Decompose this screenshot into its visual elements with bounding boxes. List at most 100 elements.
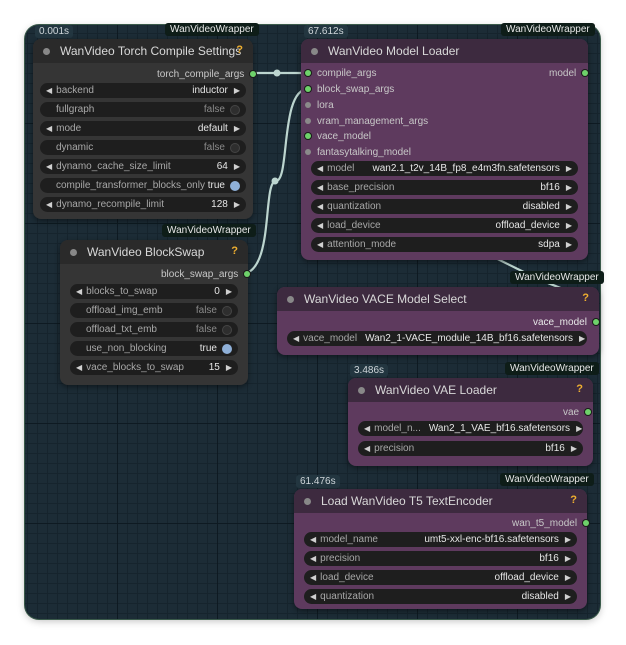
arrow-right-icon[interactable]: ▶ (566, 202, 572, 211)
arrow-right-icon[interactable]: ▶ (234, 86, 240, 95)
arrow-left-icon[interactable]: ◀ (293, 334, 299, 343)
arrow-right-icon[interactable]: ▶ (234, 200, 240, 209)
toggle-on-icon[interactable] (230, 180, 240, 191)
collapse-dot-icon[interactable] (358, 386, 365, 394)
help-icon[interactable]: ? (231, 245, 238, 257)
toggle-on-icon[interactable] (222, 343, 232, 354)
arrow-left-icon[interactable]: ◀ (310, 573, 316, 582)
arrow-right-icon[interactable]: ▶ (566, 221, 572, 230)
input-slot-icon[interactable] (305, 70, 311, 76)
loader-node-header[interactable]: WanVideo Model Loader (301, 39, 588, 63)
toggle-fullgraph[interactable]: fullgraph false (40, 102, 246, 117)
input-slot-icon[interactable] (305, 102, 311, 108)
arrow-left-icon[interactable]: ◀ (317, 164, 323, 173)
output-slot-icon[interactable] (582, 70, 589, 76)
arrow-right-icon[interactable]: ▶ (566, 164, 572, 173)
arrow-left-icon[interactable]: ◀ (364, 424, 370, 433)
arrow-right-icon[interactable]: ▶ (226, 363, 232, 372)
arrow-right-icon[interactable]: ▶ (566, 183, 572, 192)
arrow-right-icon[interactable]: ▶ (234, 124, 240, 133)
arrow-left-icon[interactable]: ◀ (310, 535, 316, 544)
toggle-offload-txt-emb[interactable]: offload_txt_emb false (70, 322, 238, 337)
collapse-dot-icon[interactable] (287, 295, 294, 303)
arrow-left-icon[interactable]: ◀ (46, 162, 52, 171)
combo-vae-model-name[interactable]: ◀ model_n... Wan2_1_VAE_bf16.safetensors ▶ (358, 421, 583, 436)
arrow-right-icon[interactable]: ▶ (576, 424, 582, 433)
arrow-left-icon[interactable]: ◀ (76, 287, 82, 296)
output-slot-icon[interactable] (583, 520, 590, 526)
arrow-left-icon[interactable]: ◀ (317, 221, 323, 230)
arrow-left-icon[interactable]: ◀ (46, 124, 52, 133)
input-slot-icon[interactable] (305, 86, 311, 92)
toggle-compile-transformer-blocks-only[interactable]: compile_transformer_blocks_only true (40, 178, 246, 193)
arrow-left-icon[interactable]: ◀ (310, 592, 316, 601)
arrow-left-icon[interactable]: ◀ (310, 554, 316, 563)
arrow-left-icon[interactable]: ◀ (317, 240, 323, 249)
help-icon[interactable]: ? (570, 494, 577, 506)
vae-node-header[interactable]: WanVideo VAE Loader ? (348, 378, 593, 402)
number-blocks-to-swap[interactable]: ◀ blocks_to_swap 0 ▶ (70, 284, 238, 299)
arrow-left-icon[interactable]: ◀ (76, 363, 82, 372)
combo-load-device[interactable]: ◀ load_device offload_device ▶ (311, 218, 578, 233)
collapse-dot-icon[interactable] (311, 47, 318, 55)
combo-t5-quantization[interactable]: ◀ quantization disabled ▶ (304, 589, 577, 604)
vae-source-badge: WanVideoWrapper (505, 362, 599, 375)
t5-node-header[interactable]: Load WanVideo T5 TextEncoder ? (294, 489, 587, 513)
toggle-off-icon[interactable] (230, 142, 240, 153)
vace-node-header[interactable]: WanVideo VACE Model Select ? (277, 287, 599, 311)
collapse-dot-icon[interactable] (70, 248, 77, 256)
collapse-dot-icon[interactable] (43, 47, 50, 55)
help-icon[interactable]: ? (576, 383, 583, 395)
combo-mode[interactable]: ◀ mode default ▶ (40, 121, 246, 136)
output-slot-icon[interactable] (585, 409, 592, 415)
combo-backend[interactable]: ◀ backend inductor ▶ (40, 83, 246, 98)
arrow-right-icon[interactable]: ▶ (226, 287, 232, 296)
arrow-right-icon[interactable]: ▶ (565, 554, 571, 563)
toggle-off-icon[interactable] (222, 324, 232, 335)
combo-t5-model-name[interactable]: ◀ model_name umt5-xxl-enc-bf16.safetensors… (304, 532, 577, 547)
arrow-right-icon[interactable]: ▶ (234, 162, 240, 171)
arrow-right-icon[interactable]: ▶ (571, 444, 577, 453)
input-slot-icon[interactable] (305, 149, 311, 155)
output-slot-icon[interactable] (592, 319, 599, 325)
input-slot-icon[interactable] (305, 118, 311, 124)
combo-t5-precision[interactable]: ◀ precision bf16 ▶ (304, 551, 577, 566)
arrow-left-icon[interactable]: ◀ (46, 200, 52, 209)
toggle-off-icon[interactable] (230, 104, 240, 115)
combo-base-precision[interactable]: ◀ base_precision bf16 ▶ (311, 180, 578, 195)
combo-vae-precision[interactable]: ◀ precision bf16 ▶ (358, 441, 583, 456)
arrow-left-icon[interactable]: ◀ (317, 202, 323, 211)
combo-model[interactable]: ◀ model wan2.1_t2v_14B_fp8_e4m3fn.safetens… (311, 161, 578, 176)
toggle-dynamic[interactable]: dynamic false (40, 140, 246, 155)
blockswap-output-row: block_swap_args (161, 267, 251, 281)
output-slot-icon[interactable] (250, 71, 257, 77)
arrow-right-icon[interactable]: ▶ (579, 334, 585, 343)
arrow-left-icon[interactable]: ◀ (317, 183, 323, 192)
arrow-right-icon[interactable]: ▶ (565, 592, 571, 601)
toggle-offload-img-emb[interactable]: offload_img_emb false (70, 303, 238, 318)
help-icon[interactable]: ? (582, 292, 589, 304)
torch-output-row: torch_compile_args (157, 67, 257, 81)
arrow-right-icon[interactable]: ▶ (565, 535, 571, 544)
arrow-right-icon[interactable]: ▶ (566, 240, 572, 249)
collapse-dot-icon[interactable] (304, 497, 311, 505)
toggle-off-icon[interactable] (222, 305, 232, 316)
number-dynamo-cache-size-limit[interactable]: ◀ dynamo_cache_size_limit 64 ▶ (40, 159, 246, 174)
toggle-use-non-blocking[interactable]: use_non_blocking true (70, 341, 238, 356)
arrow-right-icon[interactable]: ▶ (565, 573, 571, 582)
number-dynamo-recompile-limit[interactable]: ◀ dynamo_recompile_limit 128 ▶ (40, 197, 246, 212)
torch-node-header[interactable]: WanVideo Torch Compile Settings ? (33, 39, 253, 63)
arrow-left-icon[interactable]: ◀ (46, 86, 52, 95)
combo-vace-model[interactable]: ◀ vace_model Wan2_1-VACE_module_14B_bf16.s… (287, 331, 587, 346)
combo-attention-mode[interactable]: ◀ attention_mode sdpa ▶ (311, 237, 578, 252)
help-icon[interactable]: ? (236, 44, 243, 56)
blockswap-node-header[interactable]: WanVideo BlockSwap ? (60, 240, 248, 264)
arrow-left-icon[interactable]: ◀ (364, 444, 370, 453)
combo-t5-load-device[interactable]: ◀ load_device offload_device ▶ (304, 570, 577, 585)
input-slot-icon[interactable] (305, 133, 311, 139)
combo-quantization[interactable]: ◀ quantization disabled ▶ (311, 199, 578, 214)
output-slot-icon[interactable] (244, 271, 251, 277)
torch-output-label: torch_compile_args (157, 68, 245, 80)
loader-output-label: model (549, 67, 577, 79)
number-vace-blocks-to-swap[interactable]: ◀ vace_blocks_to_swap 15 ▶ (70, 360, 238, 375)
